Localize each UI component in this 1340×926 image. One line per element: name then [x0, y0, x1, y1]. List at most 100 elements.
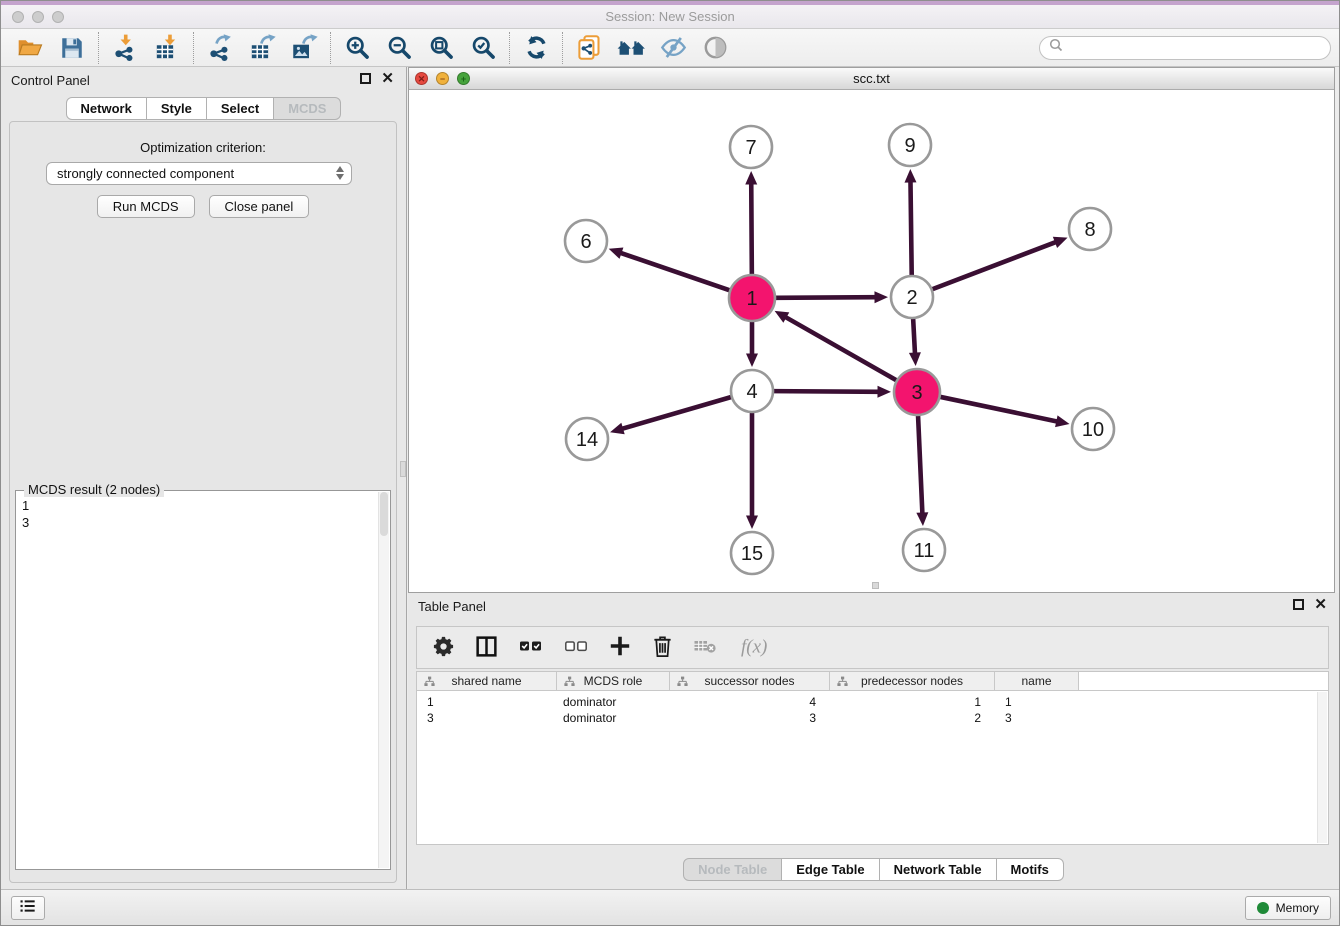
gear-button[interactable] [432, 635, 455, 661]
network-canvas[interactable]: 1 2 3 4 6 7 8 9 10 11 14 15 [409, 90, 1334, 592]
zoom-selected-button[interactable] [462, 31, 504, 65]
import-network-icon [112, 34, 139, 61]
hide-selected-button[interactable] [652, 31, 694, 65]
home-button[interactable] [610, 31, 652, 65]
columns-button[interactable] [474, 634, 499, 662]
table-cell[interactable]: dominator [557, 695, 670, 709]
import-network-button[interactable] [104, 31, 146, 65]
export-table-button[interactable] [241, 31, 283, 65]
table-cell[interactable]: 2 [830, 711, 995, 725]
open-session-button[interactable] [9, 31, 51, 65]
delete-button[interactable] [651, 634, 674, 662]
table-cell[interactable]: dominator [557, 711, 670, 725]
criterion-select[interactable]: strongly connected component [46, 162, 352, 185]
export-image-button[interactable] [283, 31, 325, 65]
node-1[interactable]: 1 [729, 275, 775, 321]
save-session-icon [59, 35, 85, 61]
close-panel-button[interactable]: Close panel [209, 195, 310, 218]
edge-2-3[interactable] [909, 319, 921, 366]
show-all-button[interactable] [694, 31, 736, 65]
column-header-name[interactable]: name [995, 672, 1079, 690]
node-3[interactable]: 3 [894, 369, 940, 415]
tab-network-table[interactable]: Network Table [880, 858, 997, 881]
column-header-successor-nodes[interactable]: successor nodes [670, 672, 830, 690]
edge-1-7[interactable] [745, 171, 757, 274]
node-8[interactable]: 8 [1069, 208, 1111, 250]
task-history-button[interactable] [11, 896, 45, 920]
table-cell[interactable]: 3 [995, 711, 1079, 725]
result-scrollbar[interactable] [378, 492, 389, 868]
column-header-MCDS-role[interactable]: MCDS role [557, 672, 670, 690]
table-cell[interactable]: 1 [830, 695, 995, 709]
accent-strip [1, 1, 1339, 5]
tab-edge-table[interactable]: Edge Table [782, 858, 879, 881]
search-input[interactable] [1069, 39, 1321, 56]
tab-mcds[interactable]: MCDS [274, 97, 341, 120]
edge-3-1[interactable] [775, 311, 897, 380]
function-button[interactable]: f(x) [739, 634, 777, 662]
node-4[interactable]: 4 [731, 370, 773, 412]
tab-select[interactable]: Select [207, 97, 274, 120]
table-row[interactable]: 3dominator323 [417, 710, 1328, 726]
column-header-predecessor-nodes[interactable]: predecessor nodes [830, 672, 995, 690]
edge-4-15[interactable] [746, 413, 758, 529]
panel-resize-grip[interactable] [872, 582, 879, 589]
divider-grip[interactable] [400, 461, 406, 477]
edge-1-4[interactable] [746, 322, 758, 367]
table-cell[interactable]: 3 [670, 711, 830, 725]
export-network-icon [207, 34, 234, 61]
clone-network-button[interactable] [568, 31, 610, 65]
edge-2-8[interactable] [933, 237, 1068, 289]
node-11[interactable]: 11 [903, 529, 945, 571]
save-session-button[interactable] [51, 31, 93, 65]
node-6[interactable]: 6 [565, 220, 607, 262]
edge-1-2[interactable] [776, 291, 888, 303]
table-scrollbar[interactable] [1317, 692, 1327, 843]
table-cell[interactable]: 1 [995, 695, 1079, 709]
table-cell[interactable]: 1 [417, 695, 557, 709]
node-15[interactable]: 15 [731, 532, 773, 574]
zoom-in-button[interactable] [336, 31, 378, 65]
tab-motifs[interactable]: Motifs [997, 858, 1064, 881]
network-window-titlebar[interactable]: ✕ − + scc.txt [409, 68, 1334, 90]
table-cell[interactable]: 3 [417, 711, 557, 725]
node-2[interactable]: 2 [891, 276, 933, 318]
edge-4-14[interactable] [610, 397, 731, 434]
edge-3-10[interactable] [940, 397, 1069, 427]
tab-style[interactable]: Style [147, 97, 207, 120]
float-panel-icon[interactable] [360, 73, 371, 84]
column-header-shared-name[interactable]: shared name [417, 672, 557, 690]
import-table-button[interactable] [146, 31, 188, 65]
zoom-out-icon [386, 34, 413, 61]
search-box[interactable] [1039, 36, 1331, 60]
node-10[interactable]: 10 [1072, 408, 1114, 450]
close-table-panel-icon[interactable]: ✕ [1314, 599, 1327, 610]
apply-preferred-layout-button[interactable] [515, 31, 557, 65]
tab-network[interactable]: Network [66, 97, 147, 120]
node-14[interactable]: 14 [566, 418, 608, 460]
toolbar-separator [562, 32, 563, 64]
edge-1-6[interactable] [609, 248, 730, 291]
float-table-panel-icon[interactable] [1293, 599, 1304, 610]
zoom-fit-button[interactable] [420, 31, 462, 65]
deselect-all-button[interactable] [563, 635, 589, 660]
close-panel-icon[interactable]: ✕ [381, 73, 394, 84]
zoom-out-button[interactable] [378, 31, 420, 65]
select-all-button[interactable] [518, 635, 544, 660]
svg-text:10: 10 [1082, 419, 1104, 441]
mcds-result-list[interactable]: 1 3 [16, 495, 376, 869]
delete-table-button[interactable] [693, 635, 720, 660]
edge-3-11[interactable] [916, 416, 928, 526]
memory-button[interactable]: Memory [1245, 896, 1331, 920]
add-button[interactable] [608, 634, 632, 661]
table-row[interactable]: 1dominator411 [417, 694, 1328, 710]
edge-2-9[interactable] [904, 169, 916, 275]
node-9[interactable]: 9 [889, 124, 931, 166]
main-toolbar [1, 29, 1339, 67]
tab-node-table[interactable]: Node Table [683, 858, 782, 881]
node-7[interactable]: 7 [730, 126, 772, 168]
edge-4-3[interactable] [774, 386, 891, 398]
table-cell[interactable]: 4 [670, 695, 830, 709]
run-mcds-button[interactable]: Run MCDS [97, 195, 195, 218]
export-network-button[interactable] [199, 31, 241, 65]
